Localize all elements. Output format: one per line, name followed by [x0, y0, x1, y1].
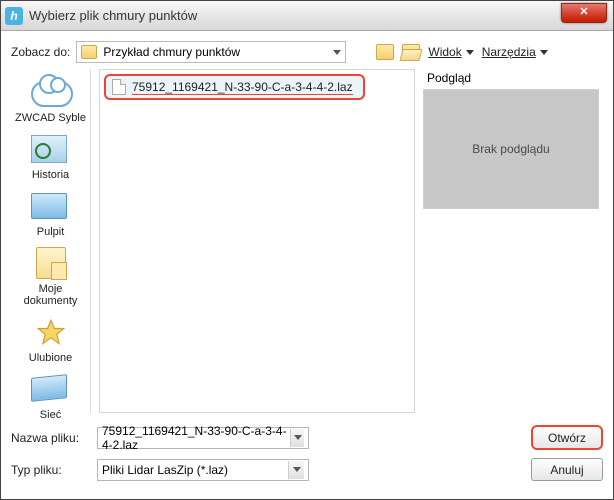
file-icon	[112, 79, 126, 95]
sidebar-item-label: Moje dokumenty	[14, 283, 88, 307]
sidebar-item-label: Pulpit	[14, 226, 88, 238]
filetype-label: Typ pliku:	[11, 463, 87, 477]
file-list[interactable]: 75912_1169421_N-33-90-C-a-3-4-4-2.laz	[99, 69, 415, 413]
filetype-dropdown[interactable]: Pliki Lidar LasZip (*.laz)	[97, 459, 309, 481]
look-in-value: Przykład chmury punktów	[103, 45, 333, 59]
open-folder-icon[interactable]	[402, 44, 420, 60]
preview-panel: Podgląd Brak podglądu	[423, 69, 603, 413]
desktop-icon	[31, 193, 67, 219]
app-icon: h	[5, 7, 23, 25]
view-label: Widok	[428, 45, 461, 59]
filename-dropdown-button[interactable]	[290, 429, 304, 447]
bottom-panel: Nazwa pliku: 75912_1169421_N-33-90-C-a-3…	[11, 413, 603, 489]
window-title: Wybierz plik chmury punktów	[29, 8, 197, 23]
cloud-icon	[31, 81, 73, 107]
filename-input[interactable]: 75912_1169421_N-33-90-C-a-3-4-4-2.laz	[97, 427, 309, 449]
folder-icon	[81, 45, 97, 59]
sidebar-item-documents[interactable]: Moje dokumenty	[14, 246, 88, 307]
filetype-dropdown-button[interactable]	[288, 461, 304, 479]
file-dialog: h Wybierz plik chmury punktów ✕ Zobacz d…	[0, 0, 614, 500]
chevron-down-icon	[466, 50, 474, 55]
history-icon	[31, 135, 67, 163]
file-item-selected[interactable]: 75912_1169421_N-33-90-C-a-3-4-4-2.laz	[104, 74, 365, 100]
sidebar-item-favorites[interactable]: Ulubione	[14, 315, 88, 364]
close-button[interactable]: ✕	[561, 3, 607, 23]
chevron-down-icon	[293, 467, 301, 472]
preview-area: Brak podglądu	[423, 89, 599, 209]
look-in-label: Zobacz do:	[11, 45, 70, 59]
network-icon	[31, 374, 67, 402]
view-menu[interactable]: Widok	[428, 45, 473, 59]
chevron-down-icon	[333, 50, 341, 55]
sidebar-item-history[interactable]: Historia	[14, 132, 88, 181]
filename-label: Nazwa pliku:	[11, 431, 87, 445]
preview-label: Podgląd	[427, 71, 603, 85]
sidebar-item-zwcad[interactable]: ZWCAD Syble	[14, 75, 88, 124]
places-sidebar: ZWCAD Syble Historia Pulpit Moje dokumen…	[11, 69, 91, 413]
filename-value: 75912_1169421_N-33-90-C-a-3-4-4-2.laz	[102, 424, 290, 452]
sidebar-item-label: Ulubione	[14, 352, 88, 364]
sidebar-item-label: Historia	[14, 169, 88, 181]
open-button[interactable]: Otwórz	[531, 425, 603, 450]
up-folder-icon[interactable]	[376, 44, 394, 60]
sidebar-item-desktop[interactable]: Pulpit	[14, 189, 88, 238]
tools-label: Narzędzia	[482, 45, 536, 59]
titlebar: h Wybierz plik chmury punktów ✕	[1, 1, 613, 31]
file-name: 75912_1169421_N-33-90-C-a-3-4-4-2.laz	[132, 80, 353, 95]
preview-empty-text: Brak podglądu	[472, 142, 549, 156]
filetype-value: Pliki Lidar LasZip (*.laz)	[102, 463, 228, 477]
sidebar-item-label: ZWCAD Syble	[14, 112, 88, 124]
documents-icon	[36, 247, 66, 279]
chevron-down-icon	[540, 50, 548, 55]
chevron-down-icon	[294, 435, 302, 440]
star-icon	[37, 317, 65, 347]
tools-menu[interactable]: Narzędzia	[482, 45, 548, 59]
cancel-button[interactable]: Anuluj	[531, 458, 603, 481]
look-in-dropdown[interactable]: Przykład chmury punktów	[76, 41, 346, 63]
